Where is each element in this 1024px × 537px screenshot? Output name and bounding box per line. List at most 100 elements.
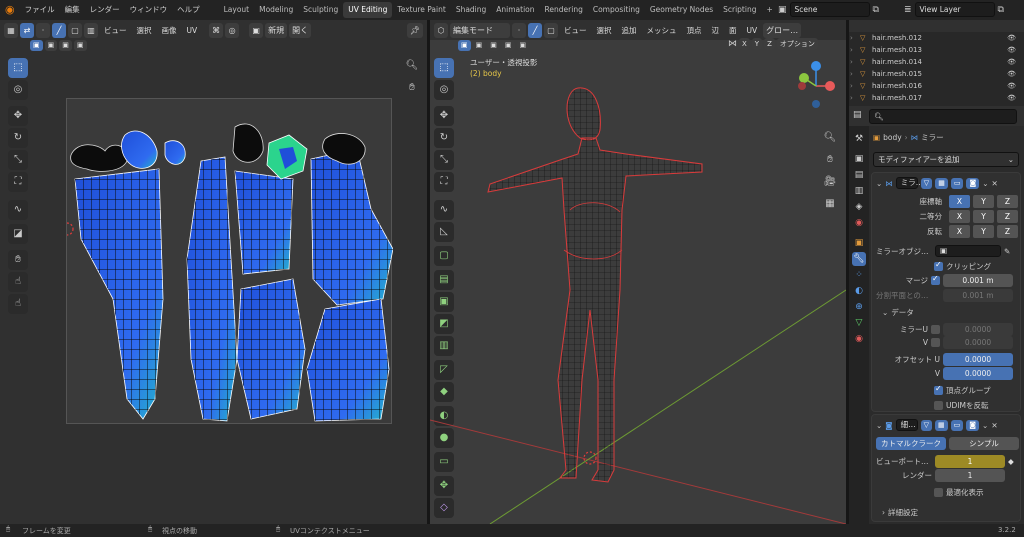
tool-pinch[interactable]: ☝︎: [8, 294, 28, 314]
tab-data-icon[interactable]: ▽: [852, 316, 866, 330]
cage-toggle-icon[interactable]: ▦: [935, 177, 948, 189]
tab-scripting[interactable]: Scripting: [718, 2, 761, 18]
proportional-icon[interactable]: ◎: [225, 22, 240, 38]
advanced-subpanel-header[interactable]: › 詳細設定: [882, 507, 918, 518]
outliner-row[interactable]: › ▽ hair.mesh.015 👁︎: [850, 68, 1024, 80]
pan-view-icon[interactable]: ✋︎: [402, 78, 422, 98]
visibility-eye-icon[interactable]: 👁︎: [1007, 46, 1016, 54]
tab-modeling[interactable]: Modeling: [254, 2, 298, 18]
viewport-editor-type-icon[interactable]: ⬡: [434, 22, 448, 38]
subsurf-remove-icon[interactable]: ✕: [991, 421, 997, 430]
menu-render[interactable]: レンダー: [85, 0, 125, 20]
viewport-menu-vertex[interactable]: 頂点: [683, 25, 706, 36]
tab-tool-icon[interactable]: ⚒: [852, 132, 866, 146]
remove-modifier-icon[interactable]: ✕: [992, 179, 998, 188]
uv-select-mode-new-icon[interactable]: ▣: [30, 40, 43, 51]
uv-menu-select[interactable]: 選択: [133, 25, 156, 36]
tab-modifier-icon[interactable]: 🔧︎: [852, 252, 866, 266]
mesh-body[interactable]: [430, 50, 846, 524]
uv-select-mode-extend-icon[interactable]: ▣: [44, 40, 58, 51]
data-expand-chevron-icon[interactable]: ⌄: [882, 308, 888, 317]
mode-selector[interactable]: 編集モード: [450, 22, 510, 38]
tab-particles-icon[interactable]: ⁘: [852, 268, 866, 282]
menu-window[interactable]: ウィンドウ: [125, 0, 173, 20]
vertex-groups-checkbox[interactable]: [934, 384, 943, 395]
clipping-checkbox[interactable]: [934, 260, 943, 271]
options-dropdown[interactable]: オプション: [776, 38, 818, 50]
uv-sync-icon[interactable]: ⇄: [20, 22, 34, 38]
flip-y-toggle[interactable]: Y: [973, 225, 994, 238]
tool-cursor[interactable]: ◎: [8, 80, 28, 100]
mirror-object-field[interactable]: ▣: [935, 245, 1001, 257]
uv-island-ear[interactable]: [232, 123, 308, 180]
visibility-eye-icon[interactable]: 👁︎: [1007, 94, 1016, 102]
outliner-item-name[interactable]: hair.mesh.014: [872, 58, 922, 66]
uv-menu-view[interactable]: ビュー: [100, 25, 131, 36]
tab-render-icon[interactable]: ▣: [852, 152, 866, 166]
vertex-mode-icon[interactable]: ·: [512, 22, 526, 38]
uv-island-leg-left[interactable]: [74, 168, 164, 420]
mirror-v-checkbox[interactable]: [931, 338, 940, 347]
tool-grab[interactable]: ✋︎: [8, 250, 28, 270]
eyedropper-icon[interactable]: ✎: [1004, 247, 1010, 256]
3d-viewport[interactable]: ⬡ 編集モード · ╱ ▢ ビュー 選択 追加 メッシュ 頂点 辺 面 UV グ…: [430, 20, 846, 524]
expand-icon[interactable]: ›: [850, 58, 860, 66]
face-select-icon[interactable]: ▢: [68, 22, 82, 38]
uv-editor[interactable]: ▦ ⇄ · ╱ ▢ ▥ ビュー 選択 画像 UV ⌘ ◎ ▣ 新規 開く 📌︎ …: [0, 20, 427, 524]
viewport-menu-mesh[interactable]: メッシュ: [643, 25, 681, 36]
expand-icon[interactable]: ›: [850, 34, 860, 42]
uv-select-mode-invert-icon[interactable]: ▣: [73, 40, 87, 51]
outliner-item-name[interactable]: hair.mesh.017: [872, 94, 922, 102]
tab-shading[interactable]: Shading: [451, 2, 491, 18]
tab-output-icon[interactable]: ▤: [852, 168, 866, 182]
new-image-button[interactable]: 新規: [265, 22, 288, 38]
tab-scene-icon[interactable]: ◈: [852, 200, 866, 214]
edge-select-icon[interactable]: ╱: [52, 22, 66, 38]
add-workspace-button[interactable]: +: [761, 2, 777, 18]
tool-relax[interactable]: ☝︎: [8, 272, 28, 292]
outliner-row[interactable]: › ▽ hair.mesh.016 👁︎: [850, 80, 1024, 92]
render-levels-field[interactable]: 1: [935, 469, 1005, 482]
uv-island-skirt[interactable]: [306, 298, 390, 422]
view-layer-browse-icon[interactable]: ⧉: [998, 5, 1004, 15]
offset-v-field[interactable]: 0.0000: [943, 367, 1013, 380]
tool-rip[interactable]: ◪: [8, 224, 28, 244]
axis-y-toggle[interactable]: Y: [973, 195, 994, 208]
uv-island-torso[interactable]: [234, 170, 294, 275]
viewport-menu-select[interactable]: 選択: [593, 25, 616, 36]
viewport-menu-face[interactable]: 面: [725, 25, 741, 36]
outliner-item-name[interactable]: hair.mesh.013: [872, 46, 922, 54]
subsurf-viewport-toggle-icon[interactable]: ▭: [950, 419, 964, 431]
subsurf-name-field[interactable]: 細…: [895, 419, 918, 431]
uv-island-leg-right[interactable]: [186, 156, 238, 422]
vertex-select-icon[interactable]: ·: [36, 22, 50, 38]
render-toggle-icon[interactable]: ◙: [966, 177, 980, 189]
axis-z-toggle[interactable]: Z: [997, 195, 1018, 208]
uv-island-arm[interactable]: [236, 278, 306, 420]
tab-texture-paint[interactable]: Texture Paint: [392, 2, 450, 18]
properties-editor-icon[interactable]: ▤: [853, 110, 862, 120]
viewport-menu-uv[interactable]: UV: [743, 26, 762, 35]
uv-island-back[interactable]: [310, 148, 394, 306]
data-subpanel-header[interactable]: ⌄ データ: [882, 307, 914, 318]
outliner-row[interactable]: › ▽ hair.mesh.012 👁︎: [850, 32, 1024, 44]
tool-annotate[interactable]: ∿: [8, 200, 28, 220]
menu-file[interactable]: ファイル: [20, 0, 60, 20]
view-layer-field[interactable]: View Layer: [914, 2, 995, 17]
subsurf-render-toggle-icon[interactable]: ◙: [966, 419, 980, 431]
scene-field[interactable]: Scene: [789, 2, 870, 17]
menu-help[interactable]: ヘルプ: [172, 0, 205, 20]
uv-island-hands[interactable]: [70, 130, 186, 172]
bisect-distance-field[interactable]: 0.001 m: [943, 289, 1013, 302]
advanced-chevron-icon[interactable]: ›: [882, 508, 885, 517]
outliner-item-name[interactable]: hair.mesh.016: [872, 82, 922, 90]
add-modifier-dropdown[interactable]: モディファイアーを追加 ⌄: [873, 152, 1019, 167]
bisect-z-toggle[interactable]: Z: [997, 210, 1018, 223]
island-select-icon[interactable]: ▥: [84, 22, 98, 38]
subsurf-collapse-chevron-icon[interactable]: ⌄: [876, 421, 882, 430]
expand-icon[interactable]: ›: [850, 70, 860, 78]
subsurf-dropdown-chevron-icon[interactable]: ⌄: [982, 421, 988, 430]
scene-selector[interactable]: ▣ Scene ⧉: [778, 2, 879, 17]
merge-checkbox[interactable]: [931, 274, 940, 285]
editor-type-icon[interactable]: ▦: [4, 22, 18, 38]
